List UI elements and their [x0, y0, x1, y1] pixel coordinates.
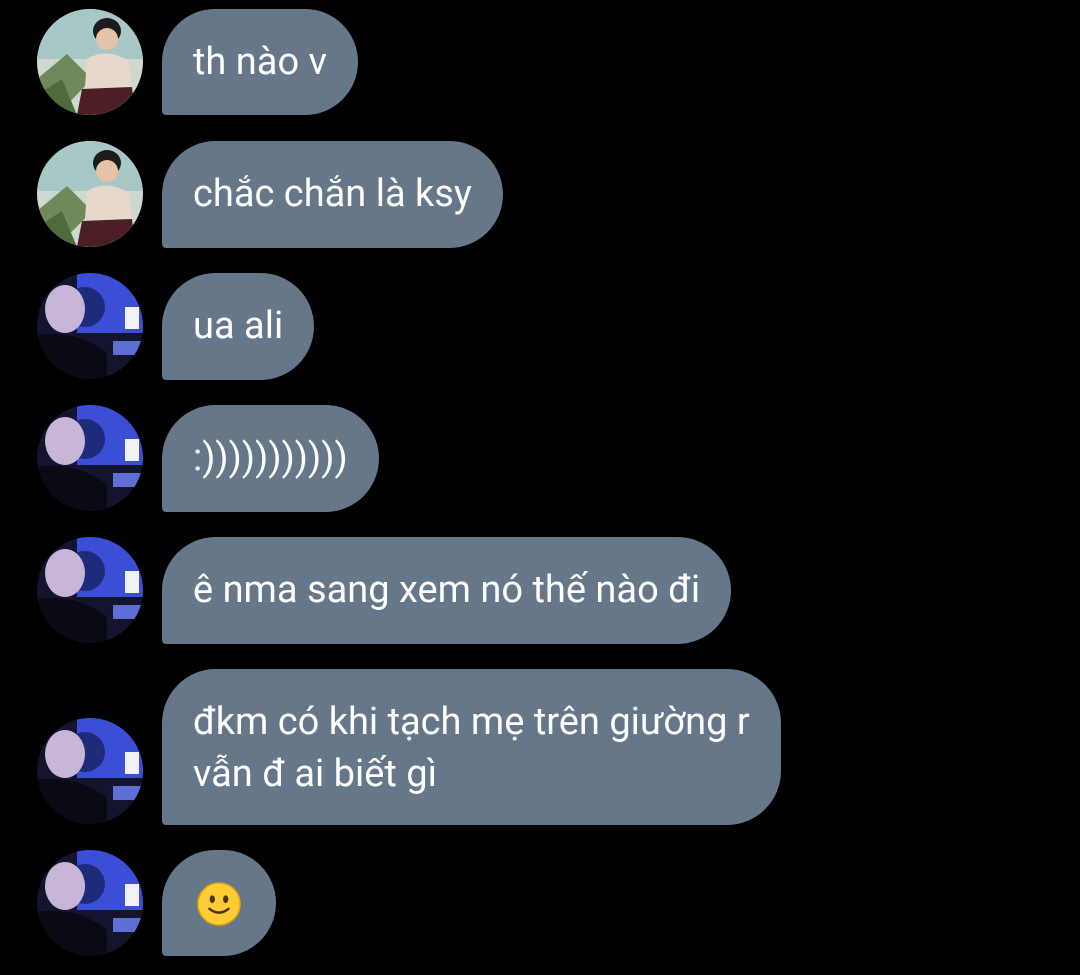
avatar-user-b-image — [37, 405, 143, 511]
message-text-line: đkm có khi tạch mẹ trên giường r — [193, 700, 750, 744]
message-text: th nào v — [193, 40, 327, 84]
avatar-user-b-image — [37, 850, 143, 956]
message-bubble[interactable]: ua ali — [162, 273, 315, 380]
message-bubble[interactable]: chắc chắn là ksy — [162, 141, 503, 248]
avatar-user-b[interactable] — [37, 850, 143, 956]
avatar-user-a[interactable] — [37, 9, 143, 115]
message-text: :))))))))))) — [193, 436, 348, 480]
message-bubble[interactable]: đkm có khi tạch mẹ trên giường r vẫn đ a… — [162, 669, 781, 825]
message-bubble[interactable]: ê nma sang xem nó thế nào đi — [162, 537, 732, 644]
message-bubble[interactable]: :))))))))))) — [162, 405, 379, 512]
message-text: ê nma sang xem nó thế nào đi — [193, 568, 701, 612]
avatar-user-b[interactable] — [37, 405, 143, 511]
avatar-user-a[interactable] — [37, 141, 143, 247]
avatar-user-b[interactable] — [37, 537, 143, 643]
avatar-user-a-image — [37, 141, 143, 247]
avatar-user-a-image — [37, 9, 143, 115]
avatar-user-b[interactable] — [37, 718, 143, 824]
slightly-smiling-face-icon — [197, 882, 241, 926]
avatar-user-b-image — [37, 718, 143, 824]
message-text: chắc chắn là ksy — [193, 172, 472, 216]
avatar-user-b[interactable] — [37, 273, 143, 379]
chat-thread: th nào v chắc chắn là ksy ua ali:))))))… — [0, 0, 1080, 975]
avatar-user-b-image — [37, 537, 143, 643]
message-bubble[interactable]: th nào v — [162, 9, 358, 115]
message-text-line: vẫn đ ai biết gì — [193, 752, 438, 796]
avatar-user-b-image — [37, 273, 143, 379]
message-bubble[interactable] — [162, 850, 276, 956]
message-text: ua ali — [193, 304, 284, 348]
